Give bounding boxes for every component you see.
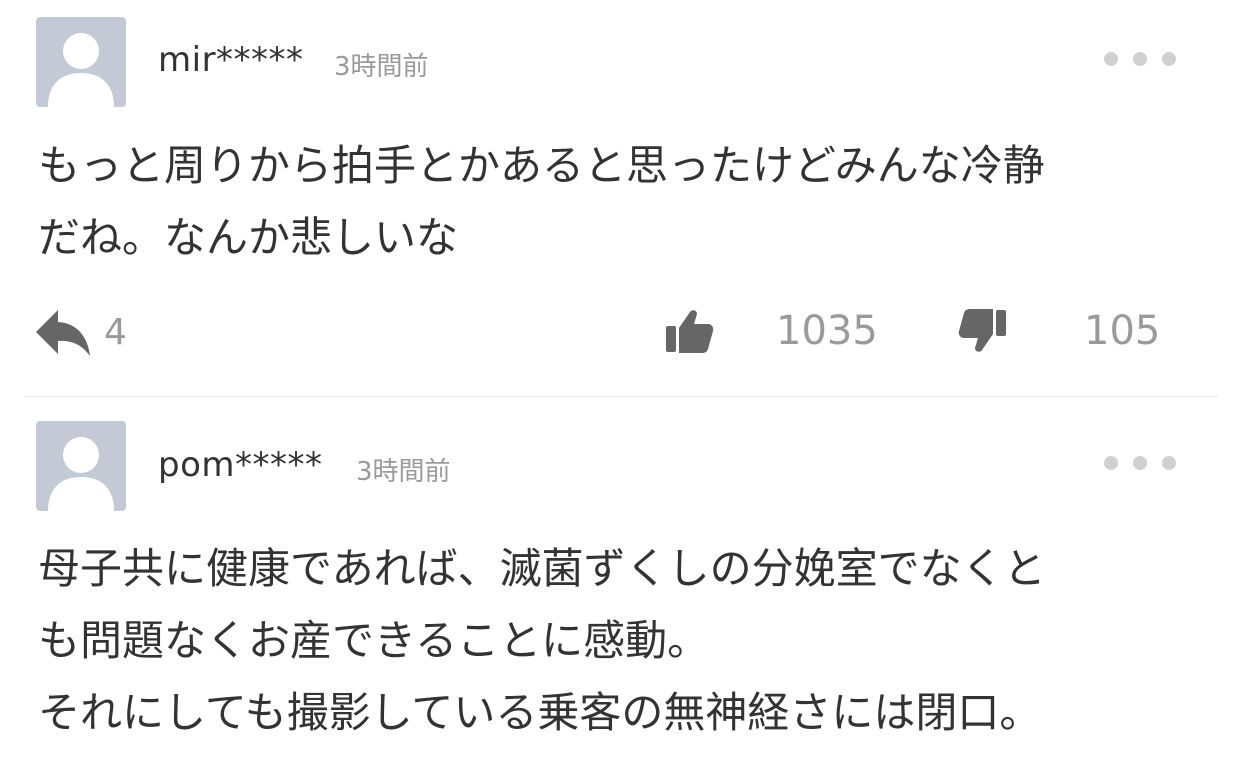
more-dots-icon: [1104, 52, 1118, 66]
comment-body-line: 母子共に健康であれば、滅菌ずくしの分娩室でなくと: [38, 544, 1046, 593]
comment-actions: 4 1035 105: [0, 300, 1242, 364]
like-count: 1035: [776, 308, 878, 354]
comment-timestamp: 3時間前: [356, 457, 451, 487]
more-dot: [1133, 456, 1147, 470]
comment-timestamp: 3時間前: [334, 52, 429, 82]
default-user-icon: [48, 33, 114, 107]
comment-body: 母子共に健康であれば、滅菌ずくしの分娩室でなくと も問題なくお産できることに感動…: [38, 533, 1208, 749]
like-button[interactable]: [664, 308, 714, 358]
comment-item: mir***** 3時間前 もっと周りから拍手とかあると思ったけどみんな冷静 だ…: [0, 0, 1242, 396]
thumbs-up-icon: [666, 310, 714, 353]
comment-body-line: それにしても撮影している乗客の無神経さには閉口。: [38, 688, 1042, 737]
more-dot: [1133, 52, 1147, 66]
comment-item: pom***** 3時間前 母子共に健康であれば、滅菌ずくしの分娩室でなくと も…: [0, 397, 1242, 759]
reply-arrow-icon: [36, 310, 90, 356]
more-dot: [1162, 456, 1176, 470]
more-options-button[interactable]: [1098, 448, 1182, 478]
comment-body-line: だね。なんか悲しいな: [38, 213, 459, 262]
comment-body-line: も問題なくお産できることに感動。: [38, 616, 710, 665]
user-avatar[interactable]: [36, 17, 126, 107]
more-dots-icon: [1104, 456, 1118, 470]
user-avatar[interactable]: [36, 421, 126, 511]
more-options-button[interactable]: [1098, 44, 1182, 74]
comment-body-line: もっと周りから拍手とかあると思ったけどみんな冷静: [38, 141, 1045, 190]
comment-body: もっと周りから拍手とかあると思ったけどみんな冷静 だね。なんか悲しいな: [38, 130, 1208, 274]
more-dot: [1162, 52, 1176, 66]
username[interactable]: mir*****: [158, 40, 304, 80]
thumbs-down-icon: [958, 309, 1006, 352]
username[interactable]: pom*****: [158, 445, 323, 485]
default-user-icon: [48, 437, 114, 511]
reply-count: 4: [104, 311, 127, 353]
dislike-button[interactable]: [958, 308, 1008, 358]
reply-button[interactable]: 4: [34, 306, 127, 358]
dislike-count: 105: [1084, 308, 1161, 354]
